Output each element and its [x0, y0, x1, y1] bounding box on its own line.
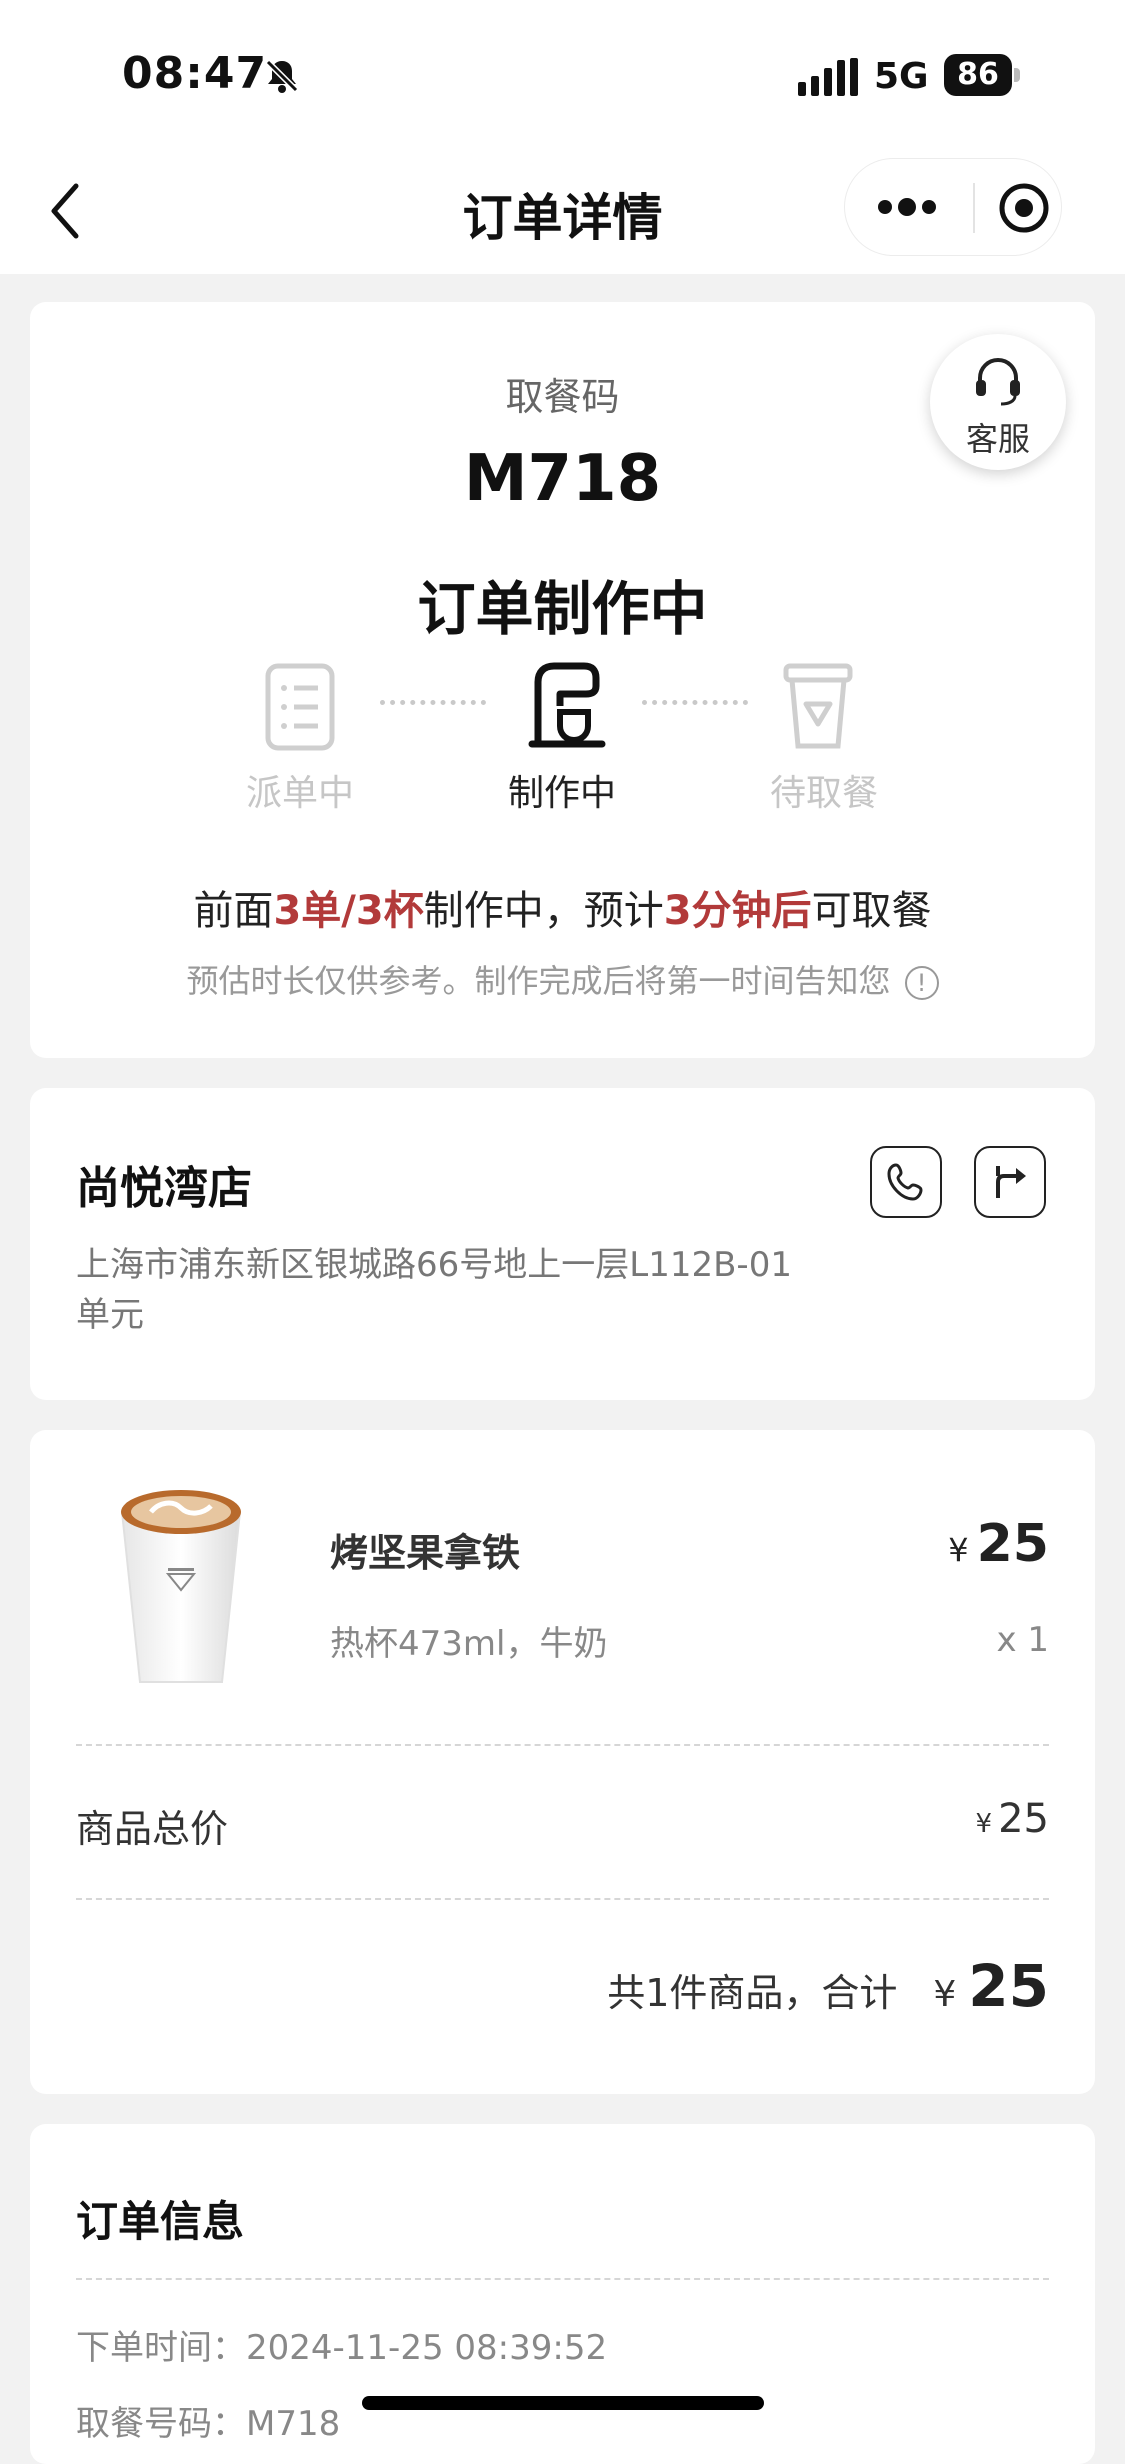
step-label-ready: 待取餐: [769, 773, 878, 814]
product-spec: 热杯473ml，牛奶: [330, 1624, 608, 1664]
home-indicator: [362, 2396, 764, 2410]
step-connector: [380, 700, 486, 705]
status-bar: 08:47 5G 86: [0, 0, 1125, 150]
network-type: 5G: [874, 56, 929, 97]
call-store-button[interactable]: [870, 1146, 942, 1218]
product-price: ¥25: [948, 1514, 1049, 1574]
pickup-number: 取餐号码：M718: [76, 2404, 341, 2444]
list-icon: [265, 663, 335, 751]
wait-estimate: 前面3单/3杯制作中，预计3分钟后可取餐: [30, 878, 1095, 936]
silent-bell-icon: [265, 59, 299, 93]
signal-icon: [798, 58, 858, 96]
coffee-machine-icon: [528, 662, 606, 748]
phone-icon: [887, 1163, 923, 1201]
subtotal-label: 商品总价: [76, 1807, 229, 1851]
store-address: 上海市浦东新区银城路66号地上一层L112B-01单元: [76, 1245, 792, 1335]
estimate-note: 预估时长仅供参考。制作完成后将第一时间告知您!: [30, 956, 1095, 1002]
divider: [76, 1898, 1049, 1900]
eta-time: 3分钟后: [663, 888, 812, 934]
order-time: 下单时间：2024-11-25 08:39:52: [76, 2328, 608, 2368]
queue-count: 3单/3杯: [273, 888, 424, 934]
battery-level: 86: [944, 54, 1012, 96]
step-connector: [642, 700, 748, 705]
store-name: 尚悦湾店: [76, 1163, 252, 1214]
order-total: 共1件商品，合计 ¥25: [607, 1952, 1049, 2020]
battery-icon: 86: [944, 54, 1022, 96]
wait-text: 制作中，预计: [423, 888, 664, 934]
step-label-making: 制作中: [507, 773, 616, 814]
route-icon: [996, 1166, 1026, 1198]
step-label-dispatch: 派单中: [245, 773, 354, 814]
estimate-note-text: 预估时长仅供参考。制作完成后将第一时间告知您: [186, 962, 891, 1000]
order-items-card: 烤坚果拿铁 热杯473ml，牛奶 ¥25 x 1 商品总价 ¥25 共1件商品，…: [30, 1430, 1095, 2094]
price-value: 25: [976, 1514, 1049, 1574]
pickup-status-card: 取餐码 M718 订单制作中 客服 派单中 制作中 待取餐 前面3单/3杯制作中…: [30, 302, 1095, 1058]
mini-program-capsule: [844, 158, 1062, 256]
status-time: 08:47: [122, 48, 268, 99]
subtotal-value: ¥25: [976, 1796, 1049, 1842]
info-icon[interactable]: !: [904, 966, 939, 1000]
close-miniprogram-icon[interactable]: [997, 181, 1051, 235]
divider: [76, 1744, 1049, 1746]
currency-symbol: ¥: [933, 1974, 957, 2015]
product-quantity: x 1: [996, 1620, 1049, 1660]
order-status: 订单制作中: [417, 575, 708, 643]
customer-service-button[interactable]: 客服: [930, 334, 1066, 470]
navigate-button[interactable]: [974, 1146, 1046, 1218]
nav-bar: 订单详情: [0, 150, 1125, 274]
divider: [76, 2278, 1049, 2280]
total-text: 共1件商品，合计: [607, 1971, 898, 2015]
more-icon[interactable]: [875, 189, 939, 225]
customer-service-label: 客服: [965, 420, 1030, 458]
order-info-title: 订单信息: [76, 2197, 245, 2246]
product-image: [120, 1490, 242, 1683]
order-info-card: 订单信息 下单时间：2024-11-25 08:39:52 取餐号码：M718: [30, 2124, 1095, 2464]
subtotal-amount: 25: [998, 1796, 1049, 1842]
total-amount: 25: [968, 1952, 1049, 2020]
wait-text: 前面: [193, 888, 274, 934]
capsule-divider: [973, 183, 975, 233]
currency-symbol: ¥: [948, 1531, 969, 1569]
currency-symbol: ¥: [975, 1809, 993, 1839]
wait-text: 可取餐: [811, 888, 932, 934]
headset-icon: [976, 357, 1020, 406]
product-name: 烤坚果拿铁: [330, 1531, 521, 1575]
store-card: 尚悦湾店 上海市浦东新区银城路66号地上一层L112B-01单元: [30, 1088, 1095, 1400]
cup-icon: [783, 663, 853, 749]
